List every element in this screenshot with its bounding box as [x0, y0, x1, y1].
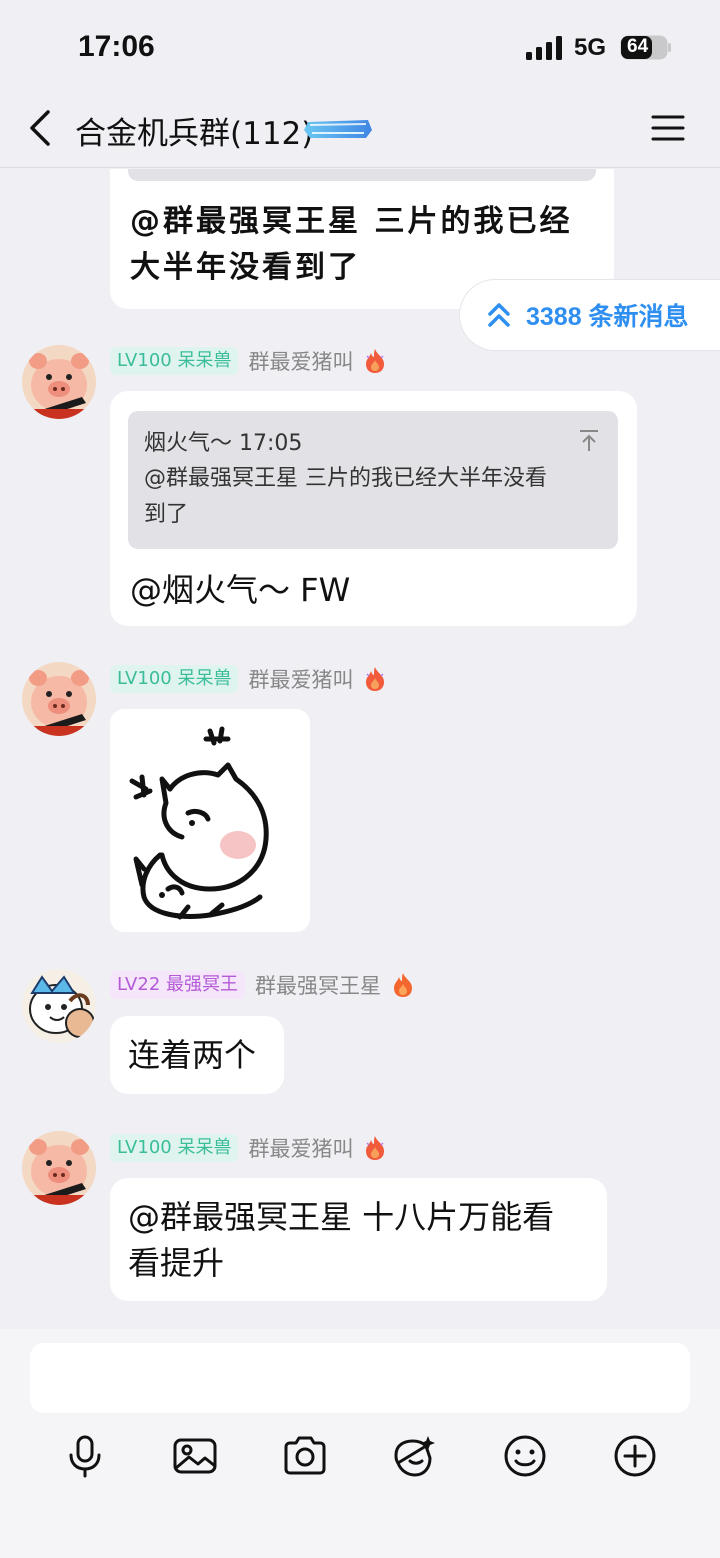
status-bar: 17:06 5G 64	[0, 0, 720, 92]
message-bubble[interactable]: 烟火气～ 17:05 @群最强冥王星 三片的我已经大半年没看 到了 @烟火气～ …	[110, 391, 637, 626]
level-badge: LV22 最强冥王	[110, 971, 245, 999]
message-input[interactable]	[30, 1343, 690, 1413]
reply-header: 烟火气～ 17:05	[144, 431, 303, 456]
level-badge: LV100 呆呆兽	[110, 347, 239, 375]
avatar[interactable]	[22, 662, 96, 736]
network-label: 5G	[574, 34, 607, 61]
avatar[interactable]	[22, 1131, 96, 1205]
sender-info: LV22 最强冥王 群最强冥王星	[110, 970, 415, 1000]
sender-name[interactable]: 群最爱猪叫	[248, 1133, 353, 1163]
message-text: 连着两个	[128, 1036, 257, 1074]
message-text: 看提升	[128, 1244, 225, 1282]
message-bubble[interactable]: 连着两个	[110, 1016, 284, 1094]
jump-to-original-icon[interactable]	[578, 429, 600, 453]
message-text: @群最强冥王星 十八片万能看	[128, 1198, 555, 1236]
mic-icon[interactable]	[62, 1433, 108, 1479]
camera-icon[interactable]	[282, 1433, 328, 1479]
quoted-reply[interactable]: 烟火气～ 17:05 @群最强冥王星 三片的我已经大半年没看 到了	[128, 411, 618, 549]
new-messages-label: 3388 条新消息	[526, 303, 689, 331]
chat-messages[interactable]: @群最强冥王星 三片的我已经 大半年没看到了 3388 条新消息 LV100 呆…	[0, 169, 720, 1329]
sticker-message[interactable]	[110, 709, 310, 932]
sticker-icon[interactable]	[390, 1433, 436, 1479]
reply-text: @群最强冥王星 三片的我已经大半年没看	[144, 466, 547, 491]
plus-icon[interactable]	[612, 1433, 658, 1479]
sender-info: LV100 呆呆兽 群最爱猪叫	[110, 346, 387, 376]
level-badge: LV100 呆呆兽	[110, 665, 239, 693]
status-time: 17:06	[78, 30, 155, 63]
reply-text: 到了	[144, 502, 189, 527]
chat-title[interactable]: 合金机兵群(112)	[75, 108, 313, 153]
message-bubble[interactable]: @群最强冥王星 十八片万能看 看提升	[110, 1178, 607, 1301]
fire-icon	[366, 667, 385, 691]
message-text: 大半年没看到了	[130, 250, 361, 285]
sender-name[interactable]: 群最强冥王星	[255, 970, 381, 1000]
emoji-icon[interactable]	[502, 1433, 548, 1479]
new-messages-button[interactable]: 3388 条新消息	[459, 279, 720, 351]
menu-icon[interactable]	[650, 110, 686, 146]
fire-icon	[394, 973, 412, 997]
fire-icon	[366, 349, 385, 373]
cat-sticker-image	[129, 726, 269, 920]
avatar[interactable]	[22, 345, 96, 419]
sender-info: LV100 呆呆兽 群最爱猪叫	[110, 664, 387, 694]
double-chevron-up-icon	[488, 303, 510, 327]
image-icon[interactable]	[172, 1433, 218, 1479]
battery-icon: 64	[620, 35, 672, 60]
sender-name[interactable]: 群最爱猪叫	[248, 346, 353, 376]
level-badge: LV100 呆呆兽	[110, 1134, 239, 1162]
sender-name[interactable]: 群最爱猪叫	[248, 664, 353, 694]
message-text: @群最强冥王星 三片的我已经	[130, 204, 573, 239]
quoted-message-fragment	[128, 169, 596, 181]
signal-icon	[526, 36, 562, 60]
back-button[interactable]	[22, 106, 62, 150]
fire-icon	[366, 1136, 385, 1160]
avatar[interactable]	[22, 969, 96, 1043]
sender-info: LV100 呆呆兽 群最爱猪叫	[110, 1133, 387, 1163]
group-badge-icon	[304, 120, 372, 138]
message-text: @烟火气～ FW	[130, 571, 351, 609]
input-area	[0, 1329, 720, 1558]
battery-level: 64	[627, 36, 649, 57]
chat-header: 合金机兵群(112)	[0, 92, 720, 168]
